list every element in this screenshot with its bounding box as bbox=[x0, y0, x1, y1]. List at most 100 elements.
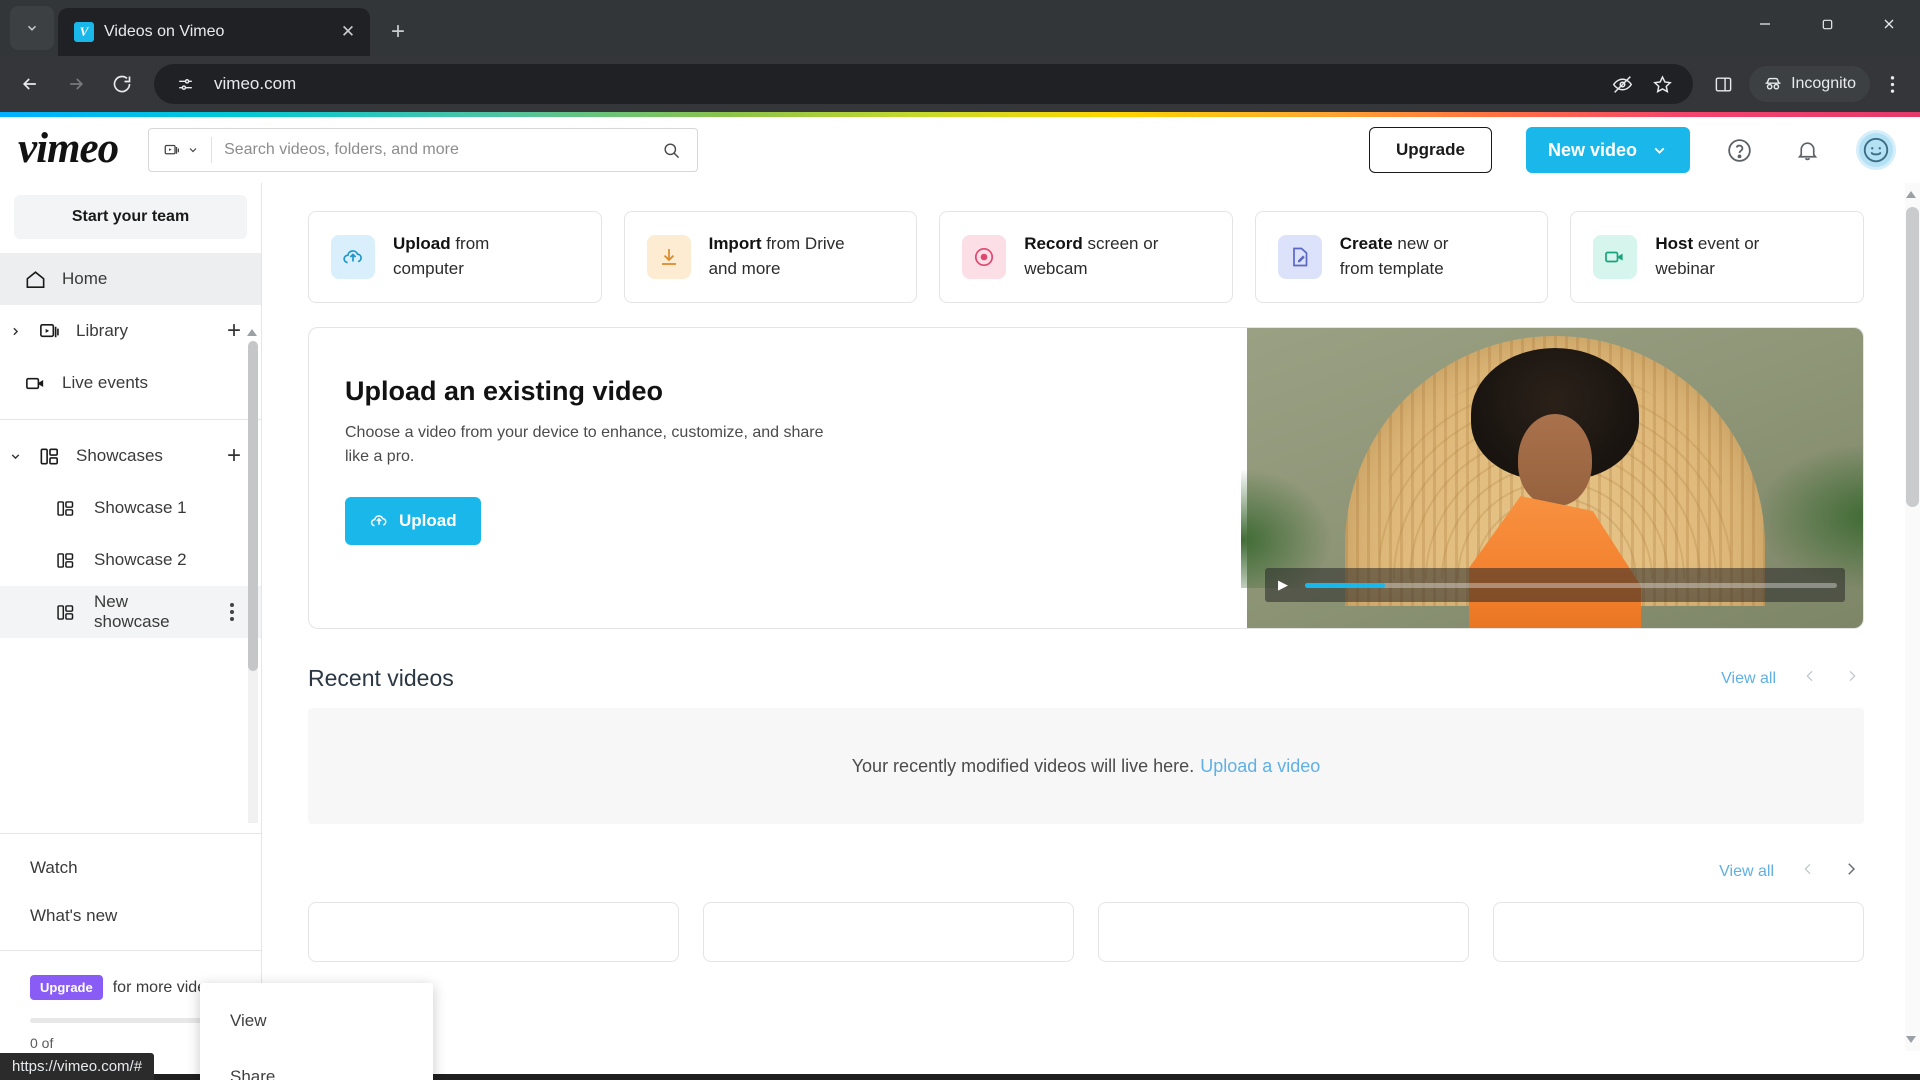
sidebar-item-showcase-1[interactable]: Showcase 1 bbox=[0, 482, 261, 534]
cloud-upload-icon bbox=[370, 515, 387, 527]
sidebar-item-home[interactable]: Home bbox=[0, 253, 261, 305]
sidebar-scrollbar-thumb[interactable] bbox=[248, 341, 258, 671]
tab-search-button[interactable] bbox=[10, 6, 54, 50]
main-scrollbar-thumb[interactable] bbox=[1906, 207, 1919, 507]
showcase-icon bbox=[52, 602, 78, 623]
showcase-icon bbox=[36, 445, 62, 468]
context-menu-item-share[interactable]: Share bbox=[200, 1049, 433, 1080]
sidebar-item-library[interactable]: Library + bbox=[0, 305, 261, 357]
play-icon[interactable]: ▶ bbox=[1273, 577, 1293, 593]
search-icon[interactable] bbox=[646, 141, 697, 160]
action-card-upload-strong: Upload bbox=[393, 234, 451, 254]
vimeo-logo[interactable]: vimeo bbox=[18, 127, 119, 174]
back-icon[interactable] bbox=[8, 62, 52, 106]
hero-description: Choose a video from your device to enhan… bbox=[345, 424, 824, 465]
action-card-upload-line2: computer bbox=[393, 259, 464, 278]
address-bar[interactable]: vimeo.com bbox=[154, 64, 1694, 104]
sidebar-item-new-showcase[interactable]: New showcase bbox=[0, 586, 261, 638]
content-tile[interactable] bbox=[1098, 902, 1469, 962]
close-tab-icon[interactable]: ✕ bbox=[336, 20, 360, 44]
context-menu-item-view[interactable]: View bbox=[200, 993, 433, 1049]
upgrade-button[interactable]: Upgrade bbox=[1369, 127, 1492, 173]
minimize-icon[interactable] bbox=[1734, 0, 1796, 48]
action-card-upload[interactable]: Upload from computer bbox=[308, 211, 602, 303]
main-scroll-down-arrow[interactable] bbox=[1906, 1036, 1916, 1043]
action-card-record-line2: webcam bbox=[1024, 259, 1088, 278]
add-library-item-button[interactable]: + bbox=[223, 317, 245, 345]
second-section-next-chevron-right-icon[interactable] bbox=[1842, 860, 1860, 884]
browser-menu-icon[interactable] bbox=[1872, 64, 1912, 104]
sidebar-item-live-events[interactable]: Live events bbox=[0, 357, 261, 409]
video-progress-track[interactable] bbox=[1305, 582, 1837, 588]
second-section-prev-chevron-left-icon[interactable] bbox=[1800, 861, 1816, 883]
sidebar-item-showcases[interactable]: Showcases + bbox=[0, 430, 261, 482]
action-card-record[interactable]: Record screen or webcam bbox=[939, 211, 1233, 303]
user-avatar[interactable] bbox=[1856, 130, 1896, 170]
new-video-label: New video bbox=[1547, 139, 1637, 160]
recent-videos-next-chevron-right-icon[interactable] bbox=[1844, 668, 1860, 690]
video-player-controls[interactable]: ▶ bbox=[1265, 568, 1845, 602]
sidebar-footer-divider bbox=[0, 950, 261, 951]
showcase-icon bbox=[52, 498, 78, 519]
browser-tab[interactable]: V Videos on Vimeo ✕ bbox=[58, 8, 370, 56]
chevron-down-icon bbox=[189, 148, 197, 153]
maximize-icon[interactable] bbox=[1796, 0, 1858, 48]
add-showcase-button[interactable]: + bbox=[223, 442, 245, 470]
content-tile[interactable] bbox=[1493, 902, 1864, 962]
cloud-upload-icon bbox=[331, 235, 375, 279]
new-video-button[interactable]: New video bbox=[1525, 127, 1690, 173]
url-text: vimeo.com bbox=[214, 74, 297, 93]
recent-videos-view-all-link[interactable]: View all bbox=[1721, 670, 1776, 688]
content-tile[interactable] bbox=[308, 902, 679, 962]
sidebar-scroll-up-arrow[interactable] bbox=[247, 329, 257, 336]
incognito-profile-button[interactable]: Incognito bbox=[1749, 66, 1870, 102]
sidebar-item-showcase-2-label: Showcase 2 bbox=[94, 550, 187, 569]
reload-icon[interactable] bbox=[100, 62, 144, 106]
sidebar-upgrade-badge[interactable]: Upgrade bbox=[30, 975, 103, 1000]
video-camera-icon bbox=[22, 372, 48, 395]
chevron-down-icon[interactable] bbox=[8, 450, 22, 463]
upload-a-video-link[interactable]: Upload a video bbox=[1200, 756, 1320, 777]
chevron-right-icon[interactable] bbox=[8, 325, 22, 338]
search-box[interactable] bbox=[148, 128, 699, 172]
start-your-team-button[interactable]: Start your team bbox=[14, 195, 247, 239]
sidebar: Start your team Home Library + Live even… bbox=[0, 183, 262, 1051]
recent-videos-prev-chevron-left-icon[interactable] bbox=[1802, 668, 1818, 690]
sidebar-item-whats-new[interactable]: What's new bbox=[0, 892, 261, 940]
forward-icon[interactable] bbox=[54, 62, 98, 106]
star-icon[interactable] bbox=[1645, 67, 1679, 101]
download-icon bbox=[646, 235, 691, 279]
showcase-context-menu: View Share Settings Delete bbox=[200, 983, 433, 1080]
content-tile[interactable] bbox=[703, 902, 1074, 962]
sidebar-item-watch[interactable]: Watch bbox=[0, 844, 261, 892]
main-scroll-up-arrow[interactable] bbox=[1906, 191, 1916, 198]
hero-upload-button[interactable]: Upload bbox=[345, 497, 481, 545]
showcase-options-kebab-menu-icon[interactable] bbox=[219, 603, 245, 621]
action-card-host[interactable]: Host event or webinar bbox=[1570, 211, 1864, 303]
close-window-icon[interactable] bbox=[1858, 0, 1920, 48]
main-content: Upload from computer Import from Drive a… bbox=[262, 183, 1920, 1051]
action-card-import-text: Import from Drive and more bbox=[709, 232, 845, 281]
side-panel-icon[interactable] bbox=[1703, 64, 1743, 104]
eye-slash-icon[interactable] bbox=[1605, 67, 1639, 101]
action-card-record-rest: screen or bbox=[1082, 234, 1159, 254]
action-card-create[interactable]: Create new or from template bbox=[1254, 211, 1549, 303]
sidebar-divider bbox=[0, 419, 261, 420]
site-settings-icon[interactable] bbox=[168, 67, 202, 101]
window-controls bbox=[1734, 0, 1920, 48]
second-section-tiles bbox=[308, 902, 1864, 962]
video-library-icon bbox=[164, 144, 180, 155]
second-section-view-all-link[interactable]: View all bbox=[1719, 863, 1774, 881]
search-type-selector[interactable] bbox=[149, 137, 213, 163]
new-tab-button[interactable]: + bbox=[380, 14, 416, 50]
recent-videos-empty-text: Your recently modified videos will live … bbox=[851, 755, 1195, 776]
notifications-bell-icon[interactable] bbox=[1788, 131, 1826, 169]
action-card-import[interactable]: Import from Drive and more bbox=[623, 211, 918, 303]
hero-video-preview[interactable]: ▶ bbox=[1241, 328, 1863, 628]
sidebar-item-showcase-2[interactable]: Showcase 2 bbox=[0, 534, 261, 586]
help-icon[interactable] bbox=[1720, 131, 1758, 169]
search-input[interactable] bbox=[212, 141, 647, 159]
recent-videos-actions: View all bbox=[1721, 668, 1860, 690]
person-face-decor bbox=[1518, 414, 1592, 506]
incognito-label: Incognito bbox=[1791, 75, 1856, 92]
